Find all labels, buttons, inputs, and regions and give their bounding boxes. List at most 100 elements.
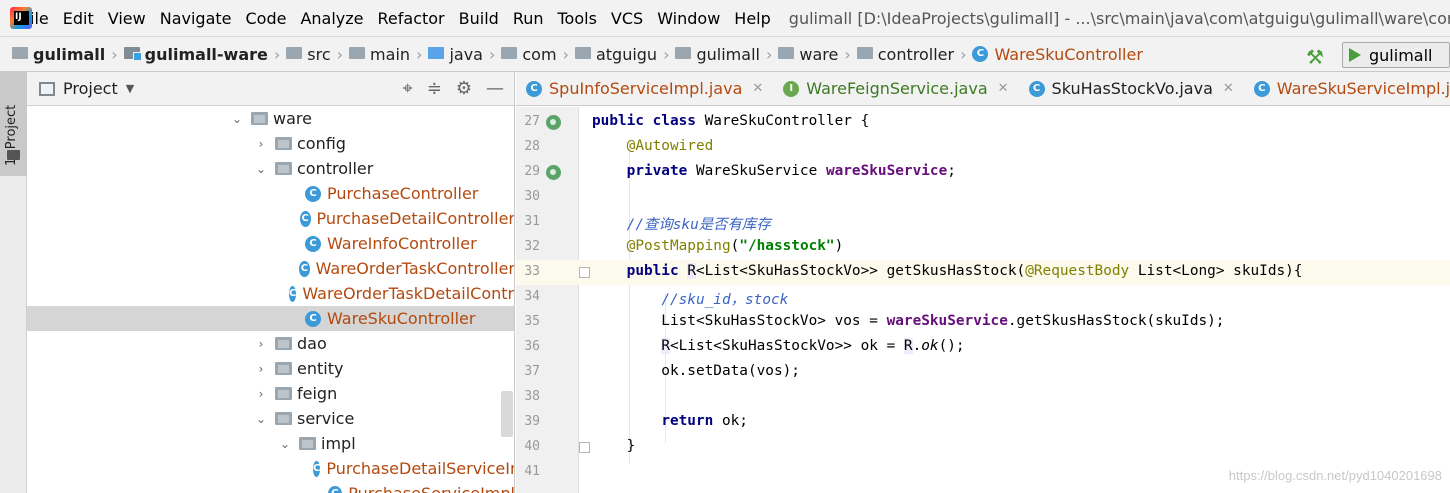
code-line-37: 37 ok.setData(vos);: [516, 360, 1450, 385]
breadcrumb-atguigu[interactable]: atguigu: [574, 45, 657, 64]
left-tool-strip: 1: Project: [0, 72, 27, 493]
tree-node-ware-info-controller[interactable]: C WareInfoController: [27, 231, 514, 256]
menu-edit[interactable]: Edit: [63, 9, 94, 28]
tree-node-entity[interactable]: › entity: [27, 356, 514, 381]
chevron-right-icon[interactable]: ›: [253, 137, 269, 151]
chevron-right-icon: ›: [562, 44, 569, 64]
tree-node-purchase-service-impl[interactable]: C PurchaseServiceImpl: [27, 481, 514, 493]
menu-code[interactable]: Code: [246, 9, 287, 28]
tab-ware-feign-service[interactable]: I WareFeignService.java ✕: [773, 72, 1018, 105]
tree-node-label: WareSkuController: [327, 309, 476, 328]
fold-marker-icon[interactable]: [579, 267, 590, 278]
class-icon: C: [526, 80, 542, 97]
tree-node-controller[interactable]: ⌄ controller: [27, 156, 514, 181]
chevron-down-icon[interactable]: ▼: [126, 82, 134, 95]
collapse-all-icon[interactable]: ≑: [427, 78, 442, 99]
breadcrumb-label: gulimall-ware: [144, 44, 268, 64]
code-editor[interactable]: 27 public class WareSkuController { 28 @…: [516, 107, 1450, 493]
tab-sku-has-stock-vo[interactable]: C SkuHasStockVo.java ✕: [1019, 72, 1244, 105]
tree-node-dao[interactable]: › dao: [27, 331, 514, 356]
tree-node-purchase-controller[interactable]: C PurchaseController: [27, 181, 514, 206]
chevron-down-icon[interactable]: ⌄: [229, 112, 245, 126]
chevron-right-icon[interactable]: ›: [253, 337, 269, 351]
menu-refactor[interactable]: Refactor: [378, 9, 445, 28]
menu-analyze[interactable]: Analyze: [300, 9, 363, 28]
breadcrumb-gulimall[interactable]: gulimall: [12, 45, 105, 64]
tree-node-purchase-detail-controller[interactable]: C PurchaseDetailController: [27, 206, 514, 231]
tree-node-waresku-controller[interactable]: C WareSkuController: [27, 306, 514, 331]
breadcrumb-gulimall-ware[interactable]: gulimall-ware: [123, 44, 268, 64]
breadcrumb-src[interactable]: src: [286, 45, 331, 64]
class-icon: C: [299, 210, 311, 227]
menu-run[interactable]: Run: [513, 9, 544, 28]
project-panel-title[interactable]: Project: [63, 79, 118, 98]
package-icon: [275, 337, 292, 350]
breadcrumb-controller[interactable]: controller: [856, 45, 954, 64]
run-configuration-select[interactable]: gulimall: [1342, 42, 1450, 68]
tree-node-ware[interactable]: ⌄ ware: [27, 106, 514, 131]
menu-view[interactable]: View: [108, 9, 146, 28]
tree-node-impl[interactable]: ⌄ impl: [27, 431, 514, 456]
chevron-down-icon[interactable]: ⌄: [253, 412, 269, 426]
interface-icon: I: [783, 80, 800, 97]
project-panel: Project ▼ ⌖ ≑ ⚙ — ⌄ ware › config ⌄ control…: [27, 72, 515, 493]
menu-window[interactable]: Window: [657, 9, 720, 28]
close-icon[interactable]: ✕: [1223, 81, 1234, 96]
chevron-right-icon: ›: [273, 44, 281, 64]
close-icon[interactable]: ✕: [752, 81, 763, 96]
gear-icon[interactable]: ⚙: [456, 78, 472, 99]
menu-help[interactable]: Help: [734, 9, 770, 28]
project-tool-window-tab[interactable]: 1: Project: [0, 72, 27, 176]
project-view-icon: [39, 81, 55, 96]
menu-tools[interactable]: Tools: [558, 9, 597, 28]
chevron-right-icon: ›: [336, 44, 344, 64]
breadcrumb-waresku-controller[interactable]: C WareSkuController: [972, 45, 1143, 64]
code-line-35: 35 List<SkuHasStockVo> vos = wareSkuServ…: [516, 310, 1450, 335]
package-icon: [778, 47, 795, 59]
locate-file-icon[interactable]: ⌖: [403, 78, 413, 99]
tab-waresku-service-impl[interactable]: CWareSkuServiceImpl.java✕: [1244, 72, 1450, 105]
breadcrumb-label: ware: [799, 44, 839, 64]
menu-navigate[interactable]: Navigate: [160, 9, 232, 28]
tree-node-feign[interactable]: › feign: [27, 381, 514, 406]
tree-node-label: PurchaseDetailServiceImpl: [326, 459, 514, 478]
fold-marker-icon[interactable]: [579, 442, 590, 453]
spring-bean-gutter-icon[interactable]: [546, 115, 561, 130]
menu-build[interactable]: Build: [459, 9, 499, 28]
code-text: //sku_id，stock: [661, 292, 789, 308]
tree-scrollbar-thumb[interactable]: [501, 391, 513, 437]
menu-vcs[interactable]: VCS: [611, 9, 643, 28]
code-text: R<List<SkuHasStockVo>> ok = R.ok();: [661, 338, 965, 354]
source-folder-icon: [428, 47, 445, 59]
folder-icon: [286, 47, 303, 59]
breadcrumb-java[interactable]: java: [428, 45, 483, 64]
tab-spuinfo-service-impl[interactable]: C SpuInfoServiceImpl.java ✕: [516, 72, 773, 105]
tree-node-service[interactable]: ⌄ service: [27, 406, 514, 431]
run-config-icon: [1349, 48, 1361, 62]
hide-icon[interactable]: —: [486, 78, 504, 99]
breadcrumb-com[interactable]: com: [501, 45, 557, 64]
code-text: public class WareSkuController {: [592, 113, 870, 129]
line-number: 36: [524, 339, 540, 354]
breadcrumb-gulimall-pkg[interactable]: gulimall: [675, 45, 760, 64]
chevron-right-icon[interactable]: ›: [253, 387, 269, 401]
tree-node-purchase-detail-service-impl[interactable]: C PurchaseDetailServiceImpl: [27, 456, 514, 481]
tree-node-label: WareOrderTaskDetailController: [302, 284, 514, 303]
chevron-down-icon[interactable]: ⌄: [277, 437, 293, 451]
chevron-down-icon[interactable]: ⌄: [253, 162, 269, 176]
code-text: }: [592, 438, 636, 454]
tree-node-config[interactable]: › config: [27, 131, 514, 156]
line-number: 28: [524, 139, 540, 154]
line-number: 30: [524, 189, 540, 204]
build-hammer-icon[interactable]: ⚒: [1306, 45, 1324, 69]
breadcrumb-ware[interactable]: ware: [778, 45, 838, 64]
line-number: 31: [524, 214, 540, 229]
spring-bean-gutter-icon[interactable]: [546, 165, 561, 180]
code-text: return ok;: [661, 413, 748, 429]
tree-node-label: WareOrderTaskController: [315, 259, 515, 278]
close-icon[interactable]: ✕: [998, 81, 1009, 96]
tree-node-ware-order-task-detail-controller[interactable]: C WareOrderTaskDetailController: [27, 281, 514, 306]
tree-node-ware-order-task-controller[interactable]: C WareOrderTaskController: [27, 256, 515, 281]
breadcrumb-main[interactable]: main: [349, 45, 410, 64]
chevron-right-icon[interactable]: ›: [253, 362, 269, 376]
